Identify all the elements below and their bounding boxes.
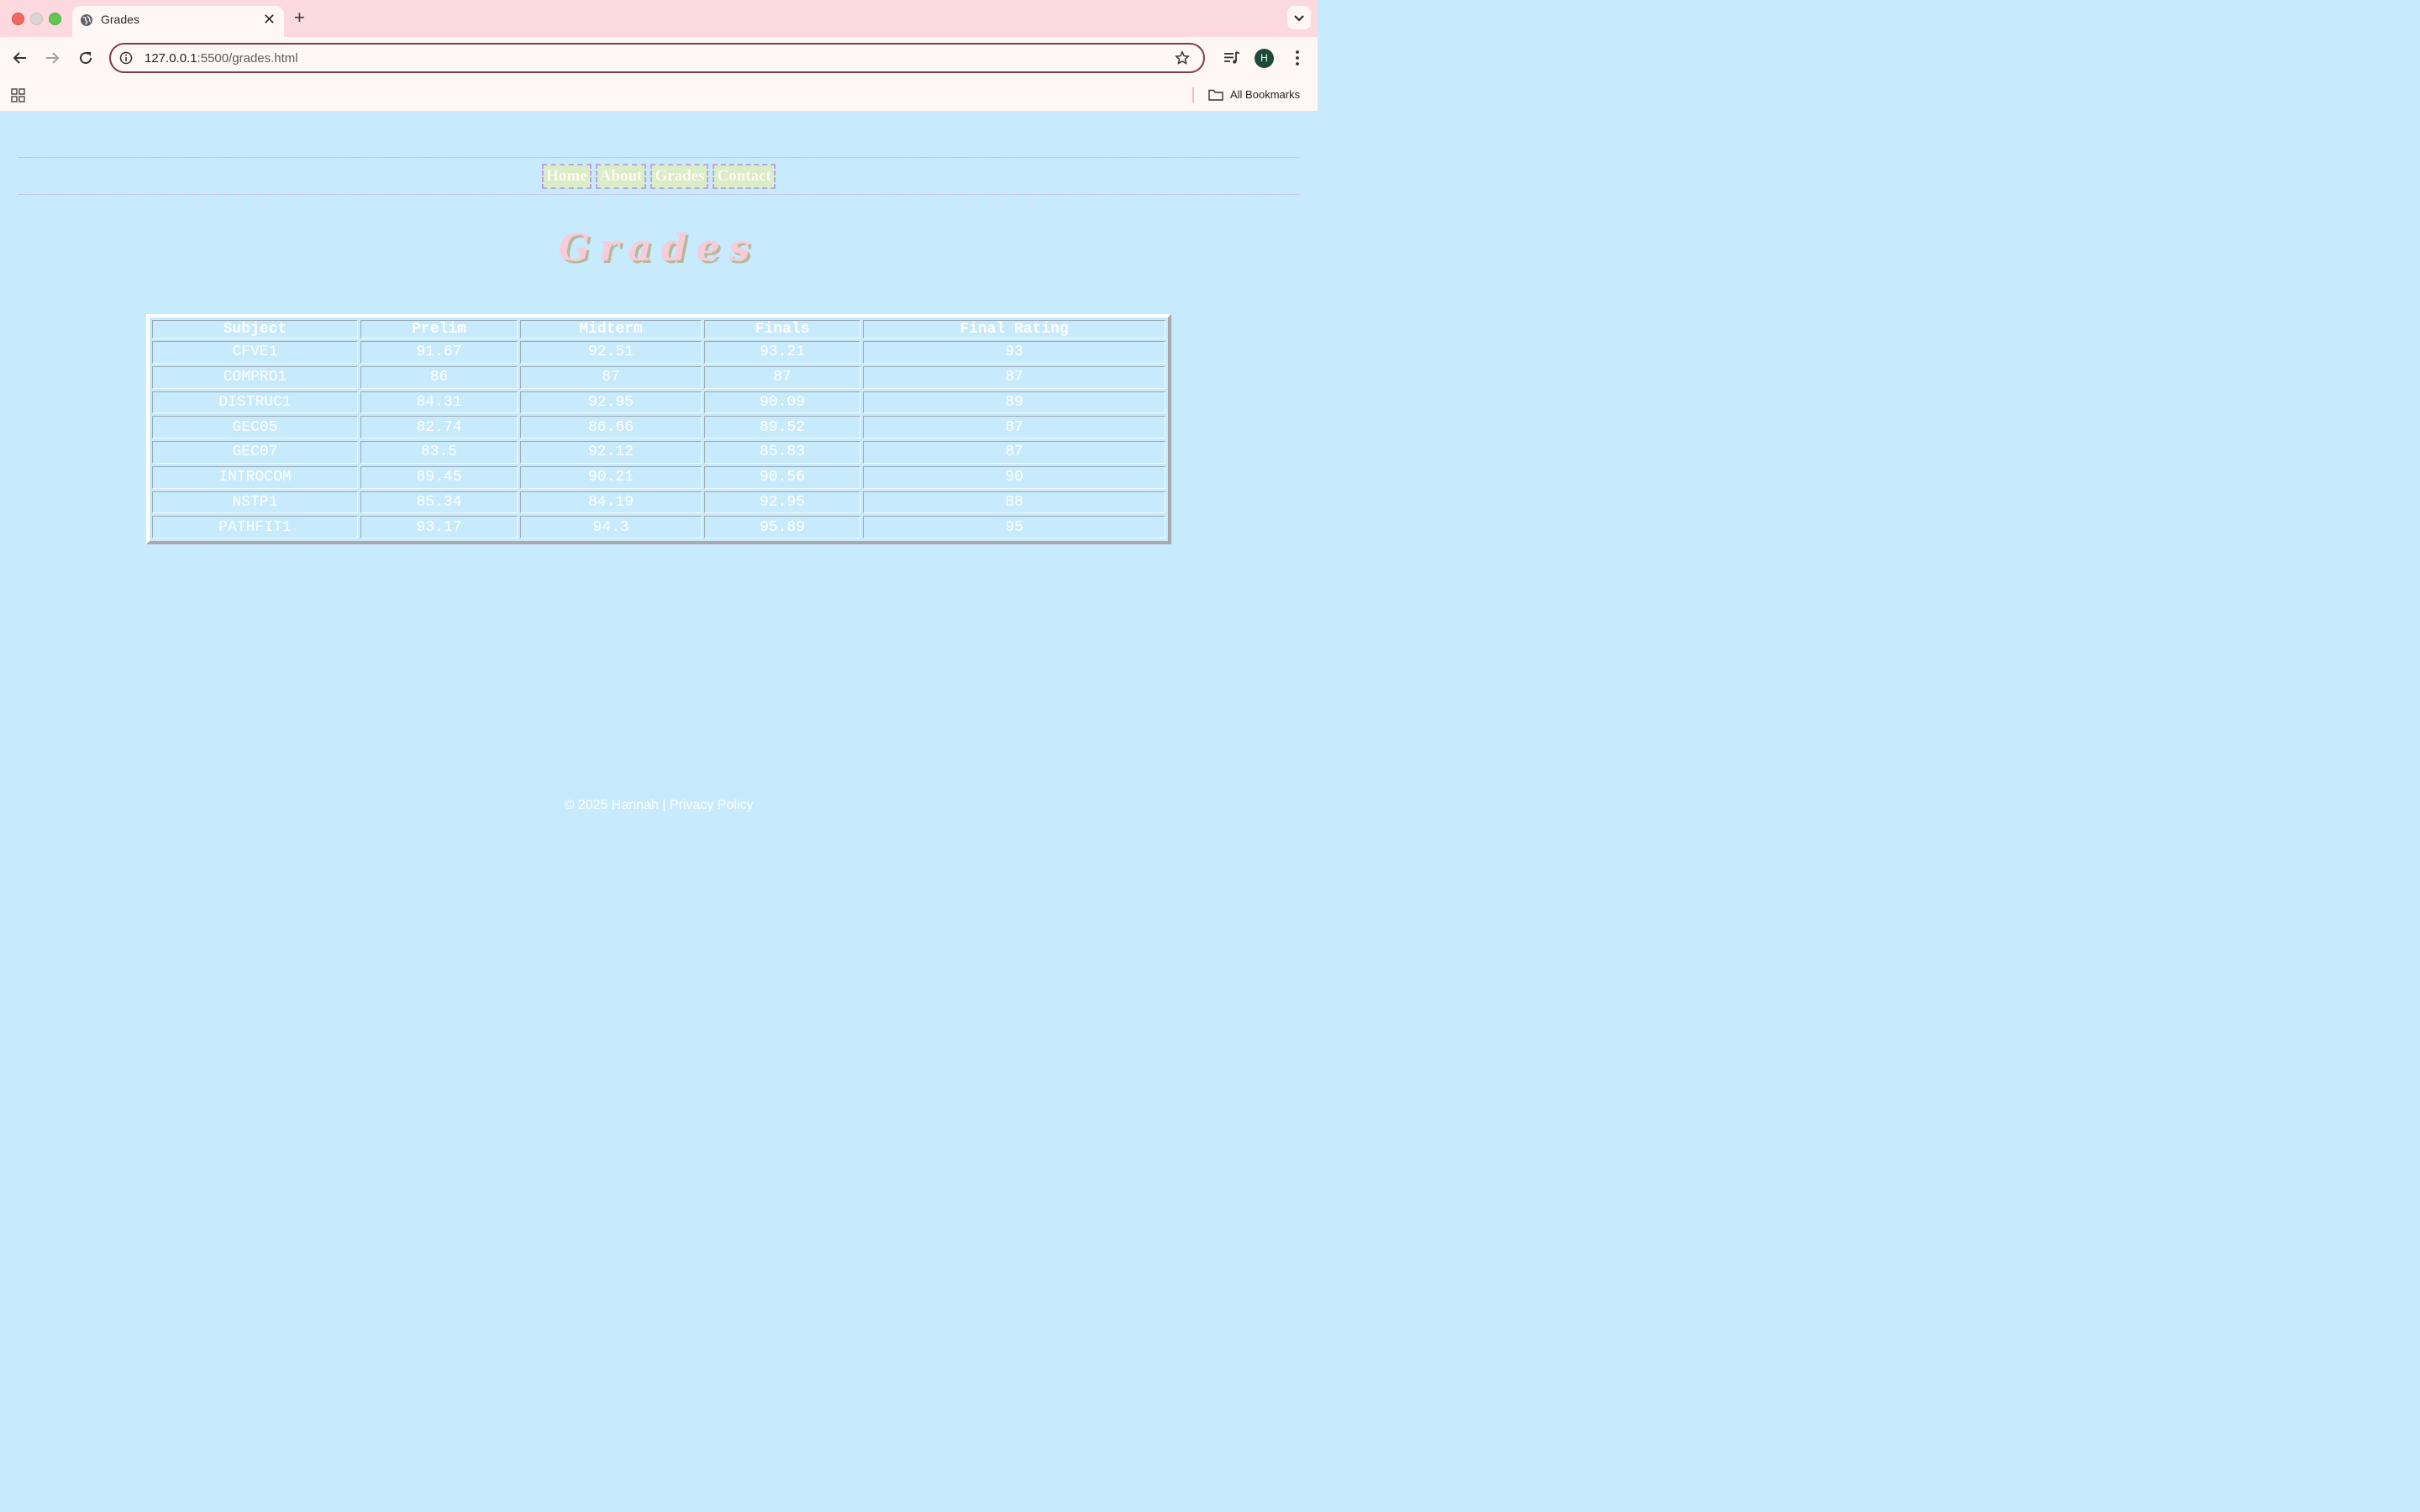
- cell-final-rating: 87: [863, 365, 1165, 389]
- media-controls-icon[interactable]: [1223, 50, 1240, 66]
- header-row: Subject Prelim Midterm Finals Final Rati…: [152, 320, 1165, 339]
- footer-copyright: © 2025 Hannah: [564, 798, 659, 812]
- cell-midterm: 84.19: [520, 491, 702, 514]
- cell-midterm: 90.21: [520, 465, 702, 489]
- more-menu-icon[interactable]: [1291, 49, 1304, 67]
- nav-link-home[interactable]: Home: [542, 163, 592, 189]
- close-window-button[interactable]: [12, 13, 24, 25]
- footer-separator: |: [662, 798, 666, 812]
- cell-subject: CFVE1: [152, 341, 358, 364]
- close-tab-icon[interactable]: ✕: [263, 11, 276, 28]
- cell-prelim: 89.45: [360, 465, 518, 489]
- site-info-icon[interactable]: [119, 51, 133, 65]
- active-tab[interactable]: Grades ✕: [72, 6, 284, 37]
- nav-link-contact[interactable]: Contact: [713, 163, 776, 189]
- cell-subject: DISTRUC1: [152, 391, 358, 414]
- table-row: NSTP1 85.34 84.19 92.95 88: [152, 491, 1165, 514]
- cell-prelim: 91.67: [360, 341, 518, 364]
- cell-subject: GEC07: [152, 441, 358, 464]
- table-row: COMPRO1 86 87 87 87: [152, 365, 1165, 389]
- tab-search-button[interactable]: [1287, 6, 1311, 29]
- cell-finals: 90.09: [704, 391, 860, 414]
- cell-prelim: 84.31: [360, 391, 518, 414]
- tab-strip: Grades ✕ +: [0, 0, 1318, 37]
- tab-title: Grades: [101, 13, 139, 26]
- cell-subject: GEC05: [152, 416, 358, 438]
- header-finals: Finals: [704, 320, 860, 339]
- footer: © 2025 Hannah | Privacy Policy: [0, 798, 1318, 813]
- profile-avatar[interactable]: H: [1255, 49, 1274, 68]
- cell-final-rating: 87: [863, 441, 1165, 464]
- chevron-down-icon: [1294, 15, 1304, 22]
- cell-finals: 92.95: [704, 491, 860, 514]
- table-row: DISTRUC1 84.31 92.95 90.09 89: [152, 391, 1165, 414]
- cell-midterm: 92.51: [520, 341, 702, 364]
- header-midterm: Midterm: [520, 320, 702, 339]
- bookmarks-divider: [1192, 87, 1194, 102]
- cell-finals: 87: [704, 365, 860, 389]
- page-content: Home About Grades Contact Grades Subject…: [0, 111, 1318, 823]
- browser-toolbar: 127.0.0.1:5500/grades.html H: [0, 37, 1318, 79]
- cell-finals: 85.83: [704, 441, 860, 464]
- cell-prelim: 82.74: [360, 416, 518, 438]
- table-row: CFVE1 91.67 92.51 93.21 93: [152, 341, 1165, 364]
- cell-midterm: 87: [520, 365, 702, 389]
- cell-subject: NSTP1: [152, 491, 358, 514]
- cell-midterm: 92.12: [520, 441, 702, 464]
- cell-midterm: 92.95: [520, 391, 702, 414]
- nav-link-about[interactable]: About: [595, 163, 647, 189]
- folder-icon: [1208, 89, 1223, 101]
- nav-link-grades[interactable]: Grades: [650, 163, 709, 189]
- new-tab-button[interactable]: +: [294, 7, 305, 29]
- forward-arrow-icon[interactable]: [42, 48, 62, 68]
- cell-final-rating: 89: [863, 391, 1165, 414]
- cell-prelim: 85.34: [360, 491, 518, 514]
- apps-grid-icon[interactable]: [11, 88, 25, 102]
- cell-finals: 93.21: [704, 341, 860, 364]
- globe-icon: [81, 14, 92, 26]
- cell-finals: 89.52: [704, 416, 860, 438]
- nav-links: Home About Grades Contact: [18, 158, 1299, 194]
- cell-prelim: 86: [360, 365, 518, 389]
- cell-final-rating: 87: [863, 416, 1165, 438]
- privacy-policy-link[interactable]: Privacy Policy: [670, 798, 754, 812]
- cell-subject: PATHFIT1: [152, 516, 358, 538]
- cell-finals: 90.56: [704, 465, 860, 489]
- bookmarks-bar: All Bookmarks: [0, 79, 1318, 111]
- table-row: INTROCOM 89.45 90.21 90.56 90: [152, 465, 1165, 489]
- back-arrow-icon[interactable]: [10, 48, 30, 68]
- page-title: Grades: [558, 227, 760, 270]
- minimize-window-button[interactable]: [30, 13, 43, 25]
- grades-table: Subject Prelim Midterm Finals Final Rati…: [146, 314, 1171, 544]
- header-prelim: Prelim: [360, 320, 518, 339]
- cell-prelim: 83.5: [360, 441, 518, 464]
- header-subject: Subject: [152, 320, 358, 339]
- zoom-window-button[interactable]: [49, 13, 61, 25]
- url-host: 127.0.0.1: [145, 51, 197, 66]
- table-row: GEC05 82.74 86.66 89.52 87: [152, 416, 1165, 438]
- cell-subject: INTROCOM: [152, 465, 358, 489]
- cell-final-rating: 90: [863, 465, 1165, 489]
- cell-midterm: 86.66: [520, 416, 702, 438]
- table-row: PATHFIT1 93.17 94.3 95.89 95: [152, 516, 1165, 538]
- url-text: 127.0.0.1:5500/grades.html: [145, 51, 298, 66]
- header-final-rating: Final Rating: [863, 320, 1165, 339]
- bookmark-star-icon[interactable]: [1175, 50, 1190, 66]
- cell-prelim: 93.17: [360, 516, 518, 538]
- cell-final-rating: 88: [863, 491, 1165, 514]
- cell-subject: COMPRO1: [152, 365, 358, 389]
- url-path: :5500/grades.html: [197, 51, 298, 66]
- cell-final-rating: 95: [863, 516, 1165, 538]
- cell-final-rating: 93: [863, 341, 1165, 364]
- all-bookmarks-link[interactable]: All Bookmarks: [1230, 88, 1300, 101]
- reload-icon[interactable]: [76, 48, 96, 68]
- cell-finals: 95.89: [704, 516, 860, 538]
- grades-table-container: Subject Prelim Midterm Finals Final Rati…: [146, 314, 1171, 544]
- table-row: GEC07 83.5 92.12 85.83 87: [152, 441, 1165, 464]
- site-nav: Home About Grades Contact: [18, 157, 1299, 195]
- cell-midterm: 94.3: [520, 516, 702, 538]
- address-bar[interactable]: 127.0.0.1:5500/grades.html: [109, 43, 1205, 73]
